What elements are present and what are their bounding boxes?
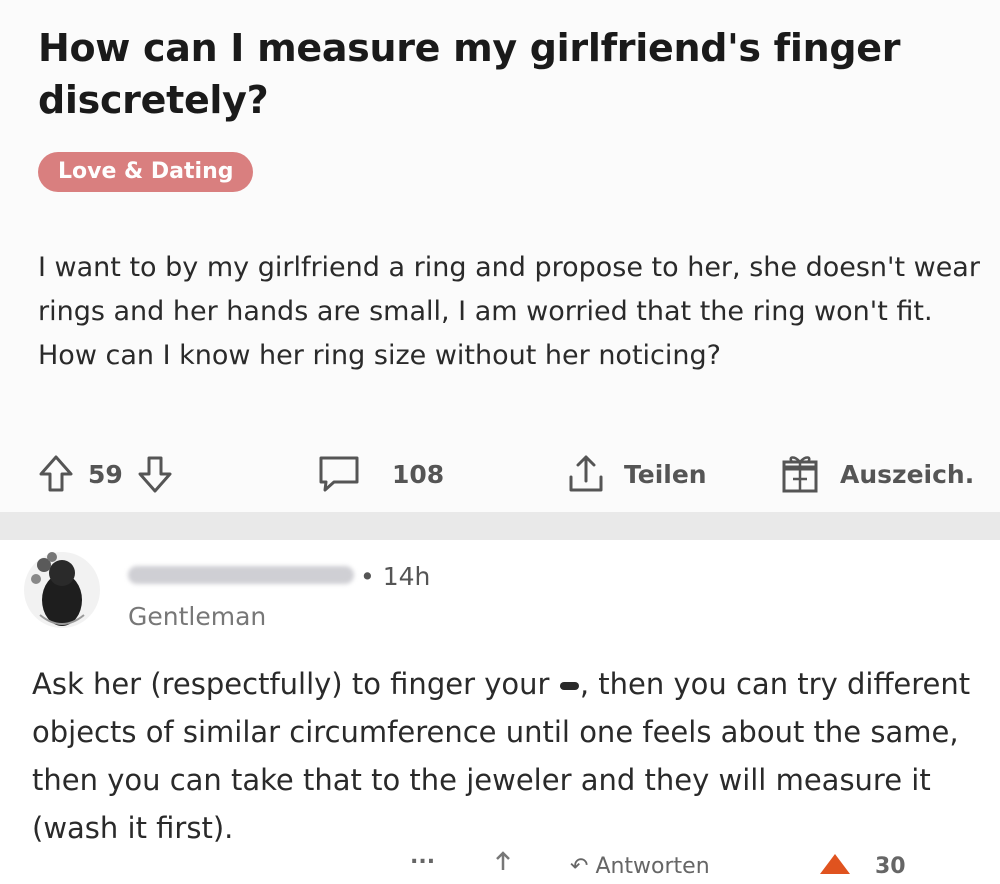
more-options-button[interactable]: ...	[410, 844, 435, 869]
reply-label: Antworten	[595, 854, 710, 879]
post-body: I want to by my girlfriend a ring and pr…	[38, 252, 980, 371]
section-divider	[0, 512, 1000, 540]
share-icon	[566, 453, 606, 495]
post-action-bar: 59 108 Teilen Auszeich.	[38, 446, 1000, 502]
post-flair-badge[interactable]: Love & Dating	[38, 152, 254, 192]
user-flair: Gentleman	[128, 602, 267, 631]
comments-button[interactable]: 108	[316, 446, 444, 502]
post-vote-count: 59	[88, 459, 123, 489]
award-label: Auszeich.	[840, 459, 975, 489]
post-title[interactable]: How can I measure my girlfriend's finger…	[38, 22, 968, 126]
comment-count: 108	[392, 459, 445, 489]
award-button[interactable]: Auszeich.	[780, 446, 974, 502]
award-icon	[780, 453, 820, 495]
reply-button[interactable]: ↶ Antworten	[570, 854, 710, 879]
comment-action-bar: ... ↶ Antworten 30	[410, 844, 1000, 880]
downvote-icon[interactable]	[137, 454, 173, 494]
post-card: How can I measure my girlfriend's finger…	[0, 0, 1000, 512]
reply-icon: ↶	[570, 854, 589, 879]
share-label: Teilen	[624, 459, 707, 489]
comment-icon	[316, 454, 362, 494]
redacted-username	[128, 566, 354, 584]
upvote-icon[interactable]	[38, 454, 74, 494]
comment-text: Ask her (respectfully) to finger your an…	[32, 660, 990, 852]
commenter-avatar[interactable]	[22, 545, 102, 635]
comment-text-before: Ask her (respectfully) to finger your	[32, 667, 559, 701]
vote-control: 59	[38, 446, 173, 502]
share-button[interactable]: Teilen	[566, 446, 707, 502]
comment-upvote-icon[interactable]	[818, 852, 852, 884]
comment-vote-count: 30	[875, 854, 906, 879]
comment-timestamp: • 14h	[360, 562, 431, 591]
censored-word: anus	[559, 682, 579, 690]
